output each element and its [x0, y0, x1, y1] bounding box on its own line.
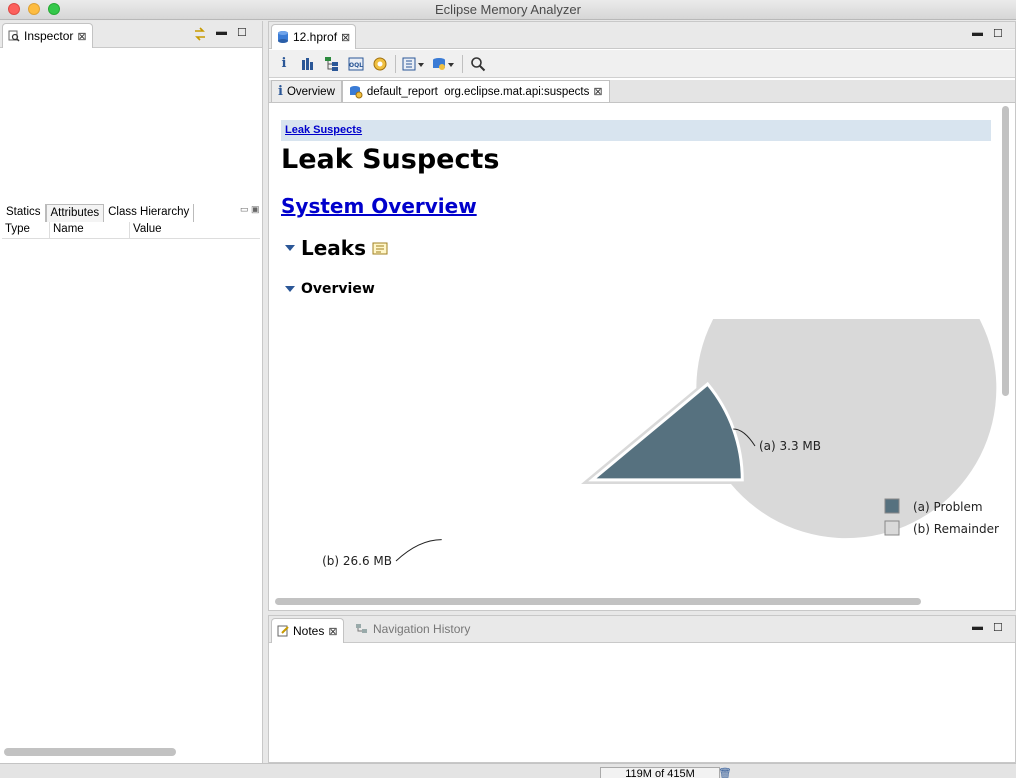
minimize-icon[interactable]: ▬ — [216, 26, 228, 40]
close-icon[interactable]: ⊠ — [77, 30, 86, 43]
editor-tab-bar: 12.hprof ⊠ ▬ ☐ — [269, 22, 1015, 49]
info-icon[interactable]: i — [275, 56, 293, 72]
column-value[interactable]: Value — [130, 222, 190, 238]
open-details-icon[interactable] — [372, 241, 388, 255]
report-content: Leak Suspects Leak Suspects System Overv… — [271, 104, 999, 594]
legend-swatch — [884, 520, 900, 536]
toolbar-separator — [395, 54, 396, 73]
garbage-collect-icon[interactable]: 🗑 — [718, 767, 732, 778]
notes-panel: Notes ⊠ Navigation History ▬ ☐ — [268, 615, 1016, 763]
horizontal-scrollbar[interactable] — [275, 598, 921, 605]
maximize-icon[interactable]: ☐ — [993, 27, 1005, 41]
tab-overview[interactable]: i Overview — [271, 80, 342, 102]
pie-label-problem: (a) 3.3 MB — [759, 439, 821, 453]
tab-heap-dump[interactable]: 12.hprof ⊠ — [271, 24, 357, 49]
tab-class-hierarchy[interactable]: Class Hierarchy — [104, 204, 195, 222]
query-browser-icon[interactable] — [432, 56, 456, 72]
leak-suspects-pie-chart: (a) 3.3 MB (b) 26.6 MB (a) Problem (b) Rema… — [322, 319, 999, 568]
overview-section-heading[interactable]: Overview — [285, 281, 375, 297]
magnifier-icon — [8, 30, 20, 42]
page-title: Leak Suspects — [281, 144, 500, 175]
pie-label-remainder: (b) 26.6 MB — [322, 554, 392, 568]
close-icon[interactable]: ⊠ — [593, 85, 602, 98]
heap-dump-tab-label: 12.hprof — [293, 30, 338, 44]
report-tab-bar: i Overview default_report org.eclipse.ma… — [269, 80, 1015, 103]
inspector-tab-label: Inspector — [24, 29, 74, 43]
minimize-icon[interactable]: ▬ — [972, 621, 984, 635]
pie-slice-problem — [588, 381, 744, 482]
histogram-icon[interactable] — [299, 56, 317, 72]
notes-icon — [277, 625, 289, 637]
system-overview-link[interactable]: System Overview — [281, 194, 477, 218]
legend-label: (a) Problem — [913, 500, 983, 514]
tab-default-report[interactable]: default_report org.eclipse.mat.api:suspe… — [341, 80, 610, 102]
breadcrumb-leak-suspects-link[interactable]: Leak Suspects — [285, 124, 362, 136]
link-with-editor-icon[interactable] — [192, 26, 208, 42]
close-icon[interactable]: ⊠ — [328, 625, 337, 638]
collapse-triangle-icon[interactable] — [285, 286, 295, 292]
heap-dump-icon — [278, 31, 288, 43]
column-type[interactable]: Type — [2, 222, 50, 238]
attributes-table-header: Type Name Value — [2, 222, 260, 239]
minimize-icon[interactable]: ▬ — [972, 27, 984, 41]
notes-tab-label: Notes — [293, 624, 325, 638]
leaks-section-heading[interactable]: Leaks — [285, 236, 388, 260]
oql-icon[interactable]: OQL — [347, 56, 365, 72]
maximize-icon[interactable]: ☐ — [237, 26, 249, 40]
info-icon: i — [278, 84, 283, 99]
pie-label-remainder-leader-line — [395, 539, 442, 562]
legend-swatch — [884, 498, 900, 514]
sub-panel-window-icons[interactable]: ▭ ▣ — [240, 204, 260, 215]
leaks-heading-text: Leaks — [301, 236, 367, 260]
column-name[interactable]: Name — [50, 222, 130, 238]
search-icon[interactable] — [469, 56, 487, 72]
thread-overview-icon[interactable] — [371, 56, 389, 72]
dominator-tree-icon[interactable] — [323, 56, 341, 72]
close-icon[interactable]: ⊠ — [341, 31, 350, 44]
status-bar: 119M of 415M 🗑 — [0, 763, 1016, 778]
window-title: Eclipse Memory Analyzer — [435, 2, 581, 17]
breadcrumb: Leak Suspects — [281, 120, 991, 141]
navigation-history-label: Navigation History — [373, 622, 471, 636]
run-report-icon[interactable] — [402, 56, 426, 72]
editor-panel: 12.hprof ⊠ ▬ ☐ i OQL i Overview default_… — [268, 21, 1016, 611]
default-report-tab-label: default_report org.eclipse.mat.api:suspe… — [366, 85, 590, 98]
title-bar: Eclipse Memory Analyzer — [0, 0, 1016, 20]
tab-inspector[interactable]: Inspector ⊠ — [2, 23, 93, 48]
overview-heading-text: Overview — [301, 281, 375, 297]
heap-status: 119M of 415M — [600, 767, 720, 778]
notes-tab-bar: Notes ⊠ Navigation History ▬ ☐ — [269, 616, 1015, 643]
tab-navigation-history[interactable]: Navigation History — [355, 622, 470, 636]
horizontal-scrollbar[interactable] — [4, 748, 176, 756]
inspector-tab-bar: Inspector ⊠ ▬ ☐ — [0, 21, 262, 48]
inspector-sub-tabs: Statics Attributes Class Hierarchy — [2, 204, 195, 222]
navigation-history-icon — [356, 624, 367, 633]
toolbar-separator — [462, 54, 463, 73]
legend-label: (b) Remainder — [913, 522, 999, 536]
vertical-scrollbar[interactable] — [1002, 106, 1009, 396]
editor-toolbar: i OQL — [269, 50, 1015, 78]
tab-statics[interactable]: Statics — [2, 204, 46, 222]
inspector-panel: Inspector ⊠ ▬ ☐ Statics Attributes Class… — [0, 21, 263, 763]
tab-attributes[interactable]: Attributes — [45, 204, 105, 222]
maximize-icon[interactable]: ☐ — [993, 621, 1005, 635]
svg-text:OQL: OQL — [349, 62, 363, 69]
collapse-triangle-icon[interactable] — [285, 245, 295, 251]
overview-tab-label: Overview — [286, 85, 335, 98]
report-icon — [349, 85, 363, 98]
tab-notes[interactable]: Notes ⊠ — [271, 618, 344, 643]
